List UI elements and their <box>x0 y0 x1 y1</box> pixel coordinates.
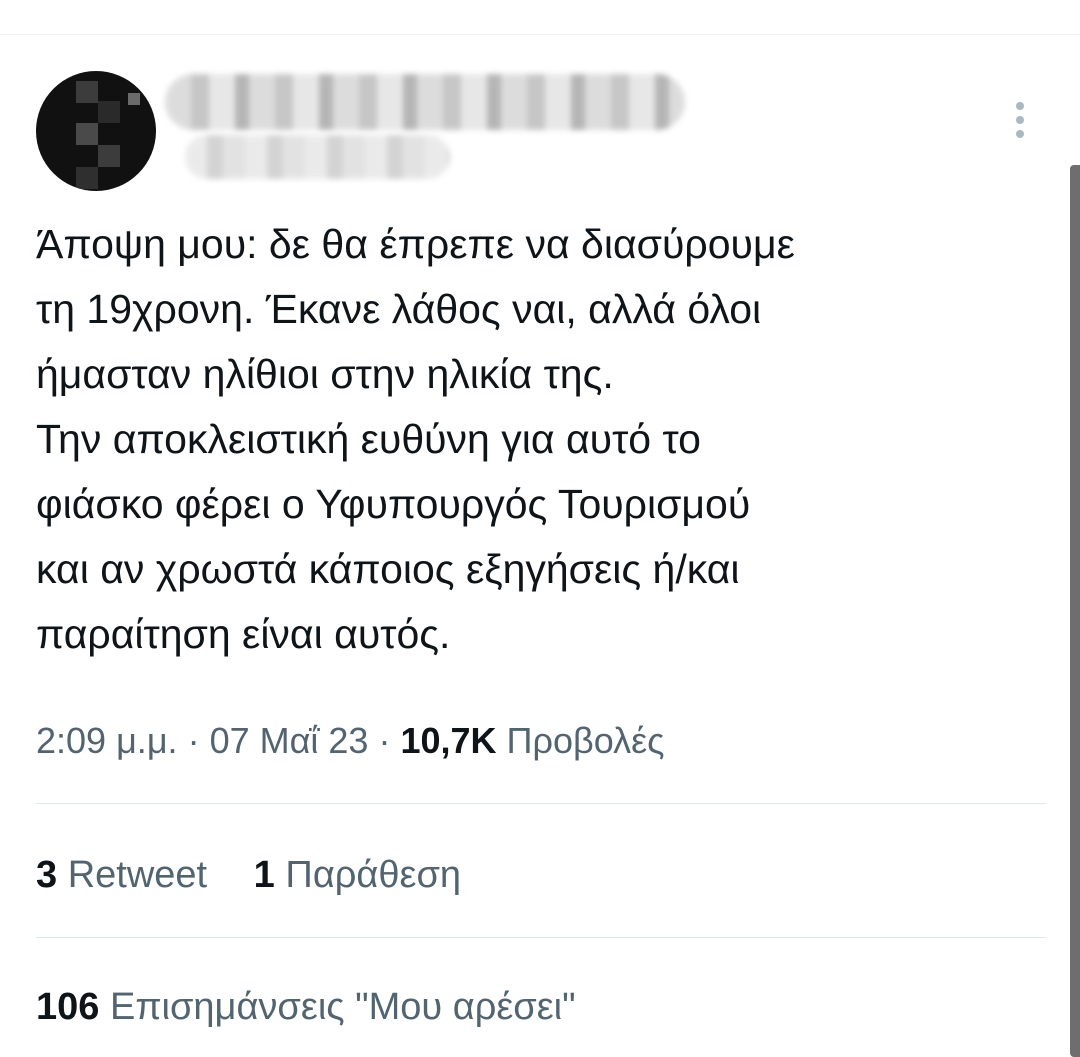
meta-separator: · <box>177 720 210 761</box>
tweet-line: φιάσκο φέρει ο Υφυπουργός Τουρισμού <box>36 481 751 527</box>
likes-label: Επισημάνσεις "Μου αρέσει" <box>109 986 576 1028</box>
avatar[interactable] <box>36 71 156 191</box>
quotes-label: Παράθεση <box>285 854 462 896</box>
more-vertical-icon-dot <box>1016 130 1024 138</box>
likes-row: 106 Επισημάνσεις "Μου αρέσει" <box>36 982 576 1032</box>
tweet-line: παραίτηση είναι αυτός. <box>36 611 451 657</box>
retweets-count: 3 <box>36 854 58 896</box>
scrollbar-thumb[interactable] <box>1070 165 1080 1057</box>
retweets-link[interactable]: 3 Retweet <box>36 850 207 900</box>
views-count: 10,7K <box>400 720 497 761</box>
retweets-label: Retweet <box>67 854 208 896</box>
tweet-time[interactable]: 2:09 μ.μ. <box>36 720 178 761</box>
more-vertical-icon-dot <box>1016 116 1024 124</box>
tweet-date[interactable]: 07 Μαΐ 23 <box>210 720 369 761</box>
tweet-line: ήμασταν ηλίθιοι στην ηλικία της. <box>36 351 614 397</box>
likes-link[interactable]: 106 Επισημάνσεις "Μου αρέσει" <box>36 982 576 1032</box>
views-label: Προβολές <box>506 720 665 761</box>
quotes-link[interactable]: 1 Παράθεση <box>254 850 461 900</box>
tweet-meta: 2:09 μ.μ. · 07 Μαΐ 23 · 10,7K Προβολές <box>36 716 665 766</box>
more-vertical-icon <box>1016 102 1024 110</box>
tweet-line: Την αποκλειστική ευθύνη για αυτό το <box>36 416 701 462</box>
more-options-button[interactable] <box>1004 98 1036 142</box>
tweet-line: και αν χρωστά κάποιος εξηγήσεις ή/και <box>36 546 740 592</box>
likes-count: 106 <box>36 986 100 1028</box>
tweet-line: τη 19χρονη. Έκανε λάθος ναι, αλλά όλοι <box>36 286 762 332</box>
author-handle-redacted[interactable] <box>185 135 450 179</box>
top-divider <box>0 34 1080 35</box>
tweet-line: Άποψη μου: δε θα έπρεπε να διασύρουμε <box>36 221 795 267</box>
author-name-redacted[interactable] <box>165 74 685 130</box>
tweet-text: Άποψη μου: δε θα έπρεπε να διασύρουμε τη… <box>36 212 1036 667</box>
retweet-quote-row: 3 Retweet 1 Παράθεση <box>36 850 461 900</box>
divider <box>36 937 1046 938</box>
quotes-count: 1 <box>253 854 275 896</box>
meta-separator: · <box>368 720 401 761</box>
divider <box>36 803 1046 804</box>
